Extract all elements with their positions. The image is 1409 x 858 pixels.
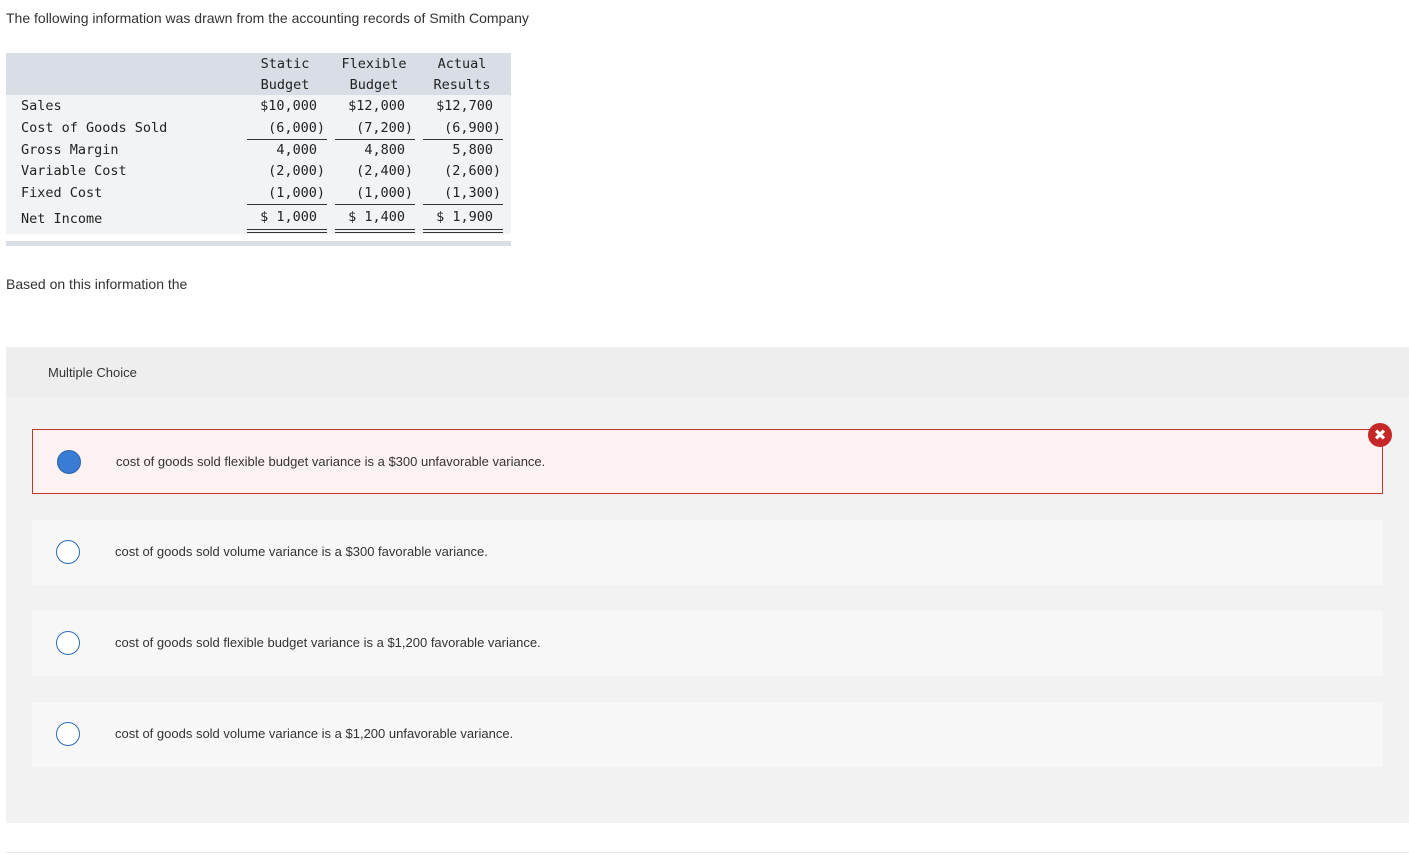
double-underline-static-1 (247, 229, 327, 230)
close-icon: ✖ (1368, 423, 1392, 447)
header-static-line2: Budget (260, 77, 310, 93)
gross-margin-static: 4,000 (276, 142, 317, 158)
choice-option-2[interactable]: cost of goods sold volume variance is a … (32, 520, 1383, 585)
variable-cost-static: (2,000) (268, 163, 325, 179)
row-label-sales: Sales (21, 98, 62, 114)
cogs-actual: (6,900) (444, 120, 501, 136)
header-actual-line2: Results (433, 77, 491, 93)
row-label-gross-margin: Gross Margin (21, 142, 119, 158)
multiple-choice-title: Multiple Choice (48, 365, 137, 380)
choice-option-1-text: cost of goods sold flexible budget varia… (116, 454, 546, 469)
multiple-choice-panel: Multiple Choice cost of goods sold flexi… (6, 347, 1409, 823)
row-label-net-income: Net Income (21, 211, 103, 227)
fixed-cost-flexible: (1,000) (356, 185, 413, 201)
fixed-cost-static: (1,000) (268, 185, 325, 201)
double-underline-flexible-2 (335, 232, 415, 233)
header-actual-line1: Actual (437, 56, 487, 72)
choice-option-2-text: cost of goods sold volume variance is a … (115, 544, 488, 559)
table-bottom-band (6, 241, 511, 246)
gross-margin-actual: 5,800 (452, 142, 493, 158)
row-label-variable-cost: Variable Cost (21, 163, 127, 179)
divider (6, 852, 1409, 853)
header-static-line1: Static (260, 56, 310, 72)
radio-button-selected[interactable] (57, 450, 81, 474)
cogs-static: (6,000) (268, 120, 325, 136)
variable-cost-flexible: (2,400) (356, 163, 413, 179)
underline-fixed-static (247, 204, 327, 205)
cogs-flexible: (7,200) (356, 120, 413, 136)
row-label-fixed-cost: Fixed Cost (21, 185, 103, 201)
underline-fixed-actual (423, 204, 503, 205)
gross-margin-flexible: 4,800 (364, 142, 405, 158)
choice-option-3-text: cost of goods sold flexible budget varia… (115, 635, 541, 650)
radio-button[interactable] (56, 540, 80, 564)
net-income-actual: $ 1,900 (436, 209, 493, 225)
choice-option-3[interactable]: cost of goods sold flexible budget varia… (32, 611, 1383, 676)
sales-flexible: $12,000 (348, 98, 405, 114)
radio-button[interactable] (56, 722, 80, 746)
underline-cogs-actual (423, 139, 503, 140)
sales-static: $10,000 (260, 98, 317, 114)
choice-option-1[interactable]: cost of goods sold flexible budget varia… (32, 429, 1383, 494)
underline-cogs-static (247, 139, 327, 140)
radio-button[interactable] (56, 631, 80, 655)
underline-fixed-flexible (335, 204, 415, 205)
variable-cost-actual: (2,600) (444, 163, 501, 179)
double-underline-flexible-1 (335, 229, 415, 230)
underline-cogs-flexible (335, 139, 415, 140)
question-prompt: Based on this information the (6, 276, 188, 292)
double-underline-actual-2 (423, 232, 503, 233)
net-income-static: $ 1,000 (260, 209, 317, 225)
intro-text: The following information was drawn from… (6, 10, 529, 26)
double-underline-actual-1 (423, 229, 503, 230)
fixed-cost-actual: (1,300) (444, 185, 501, 201)
header-flexible-line2: Budget (349, 77, 399, 93)
choice-option-4[interactable]: cost of goods sold volume variance is a … (32, 702, 1383, 767)
multiple-choice-header: Multiple Choice (6, 347, 1409, 397)
row-label-cogs: Cost of Goods Sold (21, 120, 168, 136)
choice-option-4-text: cost of goods sold volume variance is a … (115, 726, 514, 741)
header-flexible-line1: Flexible (341, 56, 407, 72)
sales-actual: $12,700 (436, 98, 493, 114)
net-income-flexible: $ 1,400 (348, 209, 405, 225)
double-underline-static-2 (247, 232, 327, 233)
